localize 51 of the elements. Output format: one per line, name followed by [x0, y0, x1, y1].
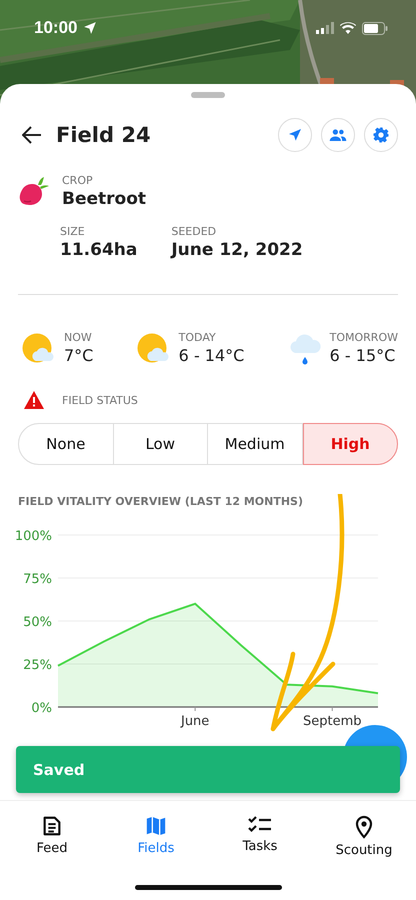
tab-bar-item[interactable]: Feed	[0, 801, 104, 863]
stat-value: June 12, 2022	[171, 240, 303, 260]
weather-label: TODAY	[178, 331, 217, 344]
chart-title: FIELD VITALITY OVERVIEW (LAST 12 MONTHS)	[17, 495, 304, 508]
drag-handle[interactable]	[191, 92, 225, 98]
stat-value: 11.64ha	[60, 240, 138, 260]
status-option[interactable]: Low	[114, 423, 208, 465]
tab-bar-item[interactable]: Fields	[104, 801, 208, 863]
tab-bar-item[interactable]: Tasks	[208, 801, 312, 863]
navigation-arrow-icon	[287, 127, 303, 143]
status-option[interactable]: High	[302, 423, 398, 465]
wifi-icon	[340, 22, 356, 34]
battery-icon	[362, 22, 388, 34]
y-tick-label: 50%	[23, 615, 52, 630]
weather-label: TOMORROW	[330, 331, 398, 344]
sun-cloud-icon	[136, 333, 171, 363]
x-tick-label: June	[180, 714, 210, 729]
temperature: 7°C	[64, 346, 94, 365]
y-tick-label: 25%	[23, 658, 52, 673]
people-button[interactable]	[321, 118, 355, 152]
warning-icon	[24, 391, 44, 409]
crop-value: Beetroot	[62, 189, 146, 209]
x-tick-label: Septemb	[303, 714, 362, 729]
y-tick-label: 75%	[23, 572, 52, 587]
y-tick-label: 0%	[31, 701, 52, 716]
checklist-icon	[248, 815, 272, 835]
map-icon	[145, 815, 167, 837]
signal-icon	[316, 22, 334, 34]
status-option[interactable]: Medium	[208, 423, 302, 465]
settings-icon	[372, 126, 390, 144]
page-title: Field 24	[56, 123, 151, 147]
location-pin-icon	[354, 815, 374, 839]
crop-label: CROP	[62, 174, 94, 187]
sun-cloud-icon	[22, 333, 56, 363]
temperature: 6 - 14°C	[178, 346, 244, 365]
document-icon	[41, 815, 63, 837]
locate-button[interactable]	[278, 118, 312, 152]
people-icon	[329, 128, 347, 142]
toast-message: Saved	[33, 760, 85, 778]
status-option[interactable]: None	[18, 423, 114, 465]
weather-label: NOW	[64, 331, 93, 344]
settings-button[interactable]	[364, 118, 398, 152]
y-tick-label: 100%	[14, 529, 52, 544]
stat-label: SIZE	[60, 225, 86, 238]
temperature: 6 - 15°C	[330, 346, 396, 365]
field-status-label: FIELD STATUS	[62, 394, 138, 406]
location-arrow-icon	[83, 21, 98, 35]
tab-bar-item[interactable]: Scouting	[312, 801, 416, 863]
stat-label: SEEDED	[171, 225, 218, 238]
status-time: 10:00	[34, 18, 78, 38]
back-arrow-icon[interactable]	[22, 126, 42, 144]
